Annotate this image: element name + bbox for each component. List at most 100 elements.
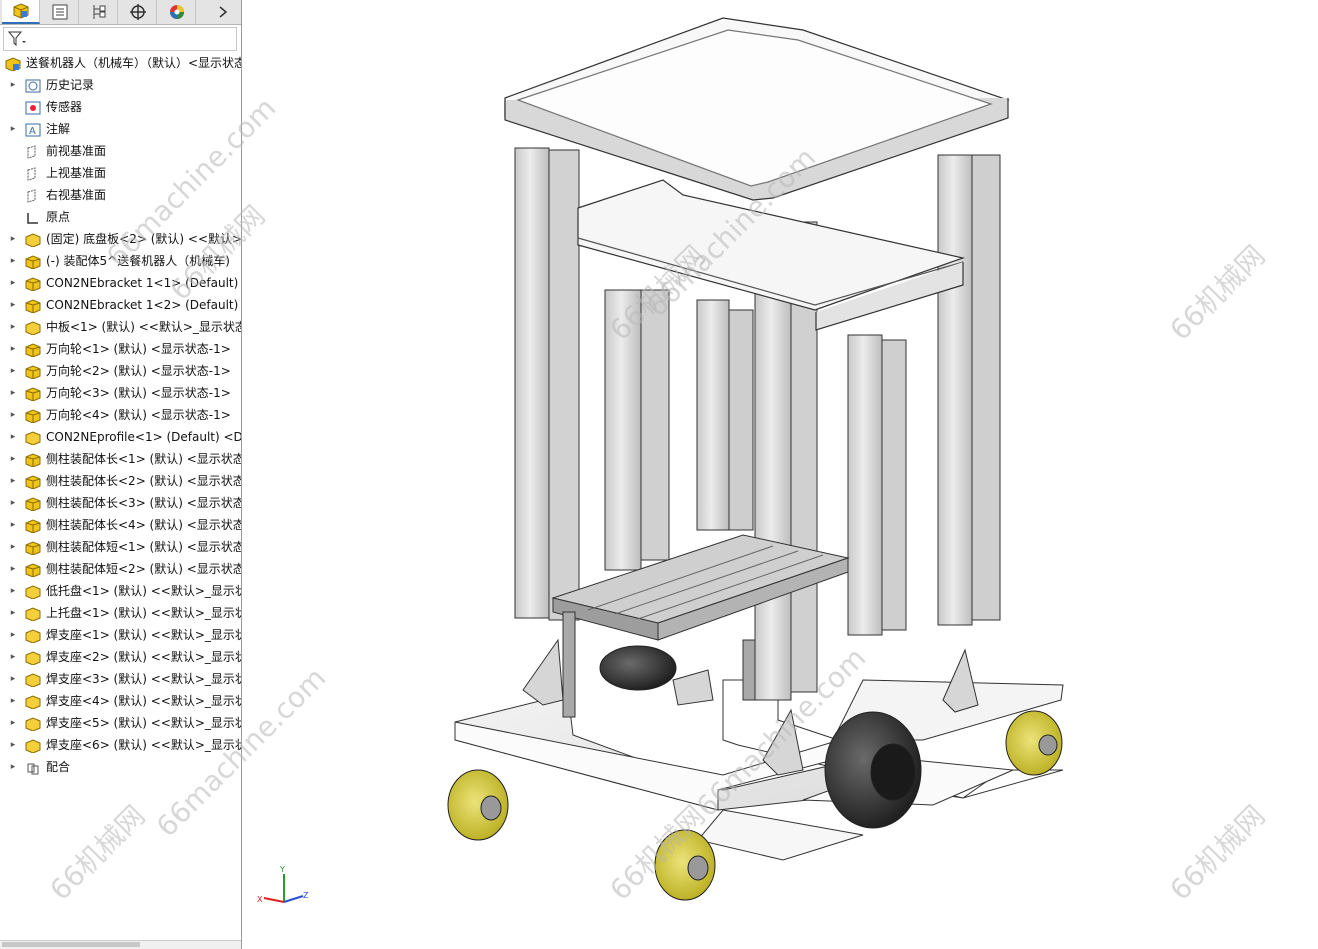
tree-item[interactable]: ▸ 焊支座<5> (默认) <<默认>_显示状 (0, 712, 242, 734)
tree-item[interactable]: 上视基准面 (0, 162, 241, 184)
tab-more[interactable] (206, 0, 240, 24)
expand-arrow-icon[interactable]: ▸ (8, 602, 18, 624)
expand-arrow-icon[interactable]: ▸ (8, 646, 18, 668)
tree-item[interactable]: 传感器 (0, 96, 241, 118)
expand-arrow-icon[interactable]: ▸ (8, 294, 18, 316)
tree-item-label: 中板<1> (默认) <<默认>_显示状态 (46, 320, 242, 334)
tree-item[interactable]: ▸ 焊支座<6> (默认) <<默认>_显示状 (0, 734, 242, 756)
tree-item-label: 上视基准面 (46, 166, 107, 180)
tree-item-label: 焊支座<5> (默认) <<默认>_显示状 (46, 716, 242, 730)
tab-configuration-manager[interactable] (80, 0, 118, 24)
expand-arrow-icon[interactable]: ▸ (8, 250, 18, 272)
graphics-area[interactable]: Y X Z (243, 0, 1318, 949)
tree-item[interactable]: ▸ CON2NEbracket 1<2> (Default) (0, 294, 241, 316)
scrollbar-thumb[interactable] (2, 942, 140, 947)
annotation-icon: A (25, 122, 41, 137)
tree-item[interactable]: ▸ 中板<1> (默认) <<默认>_显示状态 (0, 316, 242, 338)
expand-arrow-icon[interactable]: ▸ (8, 74, 18, 96)
tree-item[interactable]: ▸ 焊支座<1> (默认) <<默认>_显示状 (0, 624, 241, 646)
tree-item[interactable]: ▸ 万向轮<2> (默认) <显示状态-1> (0, 360, 241, 382)
expand-arrow-icon[interactable]: ▸ (8, 624, 18, 646)
subassembly-icon (25, 342, 41, 358)
expand-arrow-icon[interactable]: ▸ (8, 316, 18, 338)
plane-icon (25, 144, 41, 159)
part-icon (25, 716, 41, 732)
tab-dimxpert-manager[interactable] (119, 0, 157, 24)
tree-item[interactable]: ▸ 侧柱装配体短<2> (默认) <显示状态 (0, 558, 241, 580)
part-icon (25, 650, 41, 666)
history-icon (25, 78, 41, 93)
tree-item[interactable]: 送餐机器人（机械车）（默认）<显示状态 (0, 52, 241, 74)
tree-item[interactable]: ▸ 万向轮<1> (默认) <显示状态-1> (0, 338, 241, 360)
tree-item[interactable]: ▸ 侧柱装配体长<2> (默认) <显示状态 (0, 470, 241, 492)
tree-item[interactable]: ▸ 侧柱装配体长<1> (默认) <显示状态 (0, 448, 241, 470)
tree-item[interactable]: 原点 (0, 206, 241, 228)
tree-item[interactable]: ▸ A 注解 (0, 118, 241, 140)
tree-item[interactable]: 前视基准面 (0, 140, 241, 162)
tree-item[interactable]: ▸ 焊支座<3> (默认) <<默认>_显示状 (0, 668, 242, 690)
tree-item-label: 万向轮<2> (默认) <显示状态-1> (46, 364, 231, 378)
tree-item[interactable]: ▸ 万向轮<3> (默认) <显示状态-1> (0, 382, 241, 404)
tree-item-label: 上托盘<1> (默认) <<默认>_显示状 (46, 606, 242, 620)
tree-item-label: (-) 装配体5^送餐机器人（机械车) (46, 254, 230, 268)
tree-filter-input[interactable] (3, 27, 237, 51)
tree-item[interactable]: 右视基准面 (0, 184, 241, 206)
tree-item[interactable]: ▸ 历史记录 (0, 74, 241, 96)
expand-arrow-icon[interactable]: ▸ (8, 272, 18, 294)
tree-item[interactable]: ▸ 侧柱装配体短<1> (默认) <显示状态 (0, 536, 242, 558)
chevron-right-icon (219, 6, 228, 18)
expand-arrow-icon[interactable]: ▸ (8, 558, 18, 580)
expand-arrow-icon[interactable]: ▸ (8, 536, 18, 558)
svg-text:A: A (29, 126, 36, 137)
tab-display-manager[interactable] (158, 0, 196, 24)
sensor-icon (25, 100, 41, 115)
expand-arrow-icon[interactable]: ▸ (8, 734, 18, 756)
expand-arrow-icon[interactable]: ▸ (8, 492, 18, 514)
expand-arrow-icon[interactable]: ▸ (8, 426, 18, 448)
tree-item[interactable]: ▸ 侧柱装配体长<3> (默认) <显示状态 (0, 492, 241, 514)
display-manager-icon (169, 5, 184, 19)
expand-arrow-icon[interactable]: ▸ (8, 360, 18, 382)
mates-icon (25, 760, 41, 775)
tab-property-manager[interactable] (41, 0, 79, 24)
tree-item[interactable]: ▸ 焊支座<2> (默认) <<默认>_显示状 (0, 646, 241, 668)
tab-feature-manager[interactable] (2, 0, 40, 24)
expand-arrow-icon[interactable]: ▸ (8, 470, 18, 492)
tree-item-label: CON2NEbracket 1<2> (Default) (46, 298, 239, 312)
tree-item-label: 焊支座<4> (默认) <<默认>_显示状 (46, 694, 242, 708)
expand-arrow-icon[interactable]: ▸ (8, 690, 18, 712)
tree-item[interactable]: ▸ CON2NEbracket 1<1> (Default) (0, 272, 241, 294)
subassembly-icon (25, 474, 41, 490)
feature-manager-icon (13, 3, 28, 19)
tree-item-label: 侧柱装配体短<1> (默认) <显示状态 (46, 540, 242, 554)
expand-arrow-icon[interactable]: ▸ (8, 228, 18, 250)
tree-item-label: 焊支座<6> (默认) <<默认>_显示状 (46, 738, 242, 752)
tree-item[interactable]: ▸ 配合 (0, 756, 241, 778)
tree-item[interactable]: ▸ 万向轮<4> (默认) <显示状态-1> (0, 404, 241, 426)
robot-cart-model[interactable]: Y X Z (243, 0, 1318, 949)
expand-arrow-icon[interactable]: ▸ (8, 514, 18, 536)
tree-item[interactable]: ▸ (固定) 底盘板<2> (默认) <<默认>_ (0, 228, 242, 250)
expand-arrow-icon[interactable]: ▸ (8, 404, 18, 426)
expand-arrow-icon[interactable]: ▸ (8, 448, 18, 470)
tree-item[interactable]: ▸ 低托盘<1> (默认) <<默认>_显示状 (0, 580, 241, 602)
tree-item-label: 右视基准面 (46, 188, 107, 202)
expand-arrow-icon[interactable]: ▸ (8, 118, 18, 140)
configuration-manager-icon (93, 5, 105, 19)
filter-icon (7, 31, 26, 47)
expand-arrow-icon[interactable]: ▸ (8, 712, 18, 734)
tree-item-label: (固定) 底盘板<2> (默认) <<默认>_ (46, 232, 242, 246)
tree-item[interactable]: ▸ 侧柱装配体长<4> (默认) <显示状态 (0, 514, 241, 536)
tree-item[interactable]: ▸ (-) 装配体5^送餐机器人（机械车) (0, 250, 241, 272)
expand-arrow-icon[interactable]: ▸ (8, 668, 18, 690)
tree-item-label: 焊支座<3> (默认) <<默认>_显示状 (46, 672, 242, 686)
expand-arrow-icon[interactable]: ▸ (8, 338, 18, 360)
tree-item[interactable]: ▸ 焊支座<4> (默认) <<默认>_显示状 (0, 690, 242, 712)
panel-horizontal-scrollbar[interactable] (0, 940, 241, 949)
tree-item[interactable]: ▸ 上托盘<1> (默认) <<默认>_显示状 (0, 602, 242, 624)
expand-arrow-icon[interactable]: ▸ (8, 382, 18, 404)
expand-arrow-icon[interactable]: ▸ (8, 580, 18, 602)
expand-arrow-icon[interactable]: ▸ (8, 756, 18, 778)
tree-item[interactable]: ▸ CON2NEprofile<1> (Default) <D (0, 426, 241, 448)
triad-z-label: Z (303, 891, 309, 900)
